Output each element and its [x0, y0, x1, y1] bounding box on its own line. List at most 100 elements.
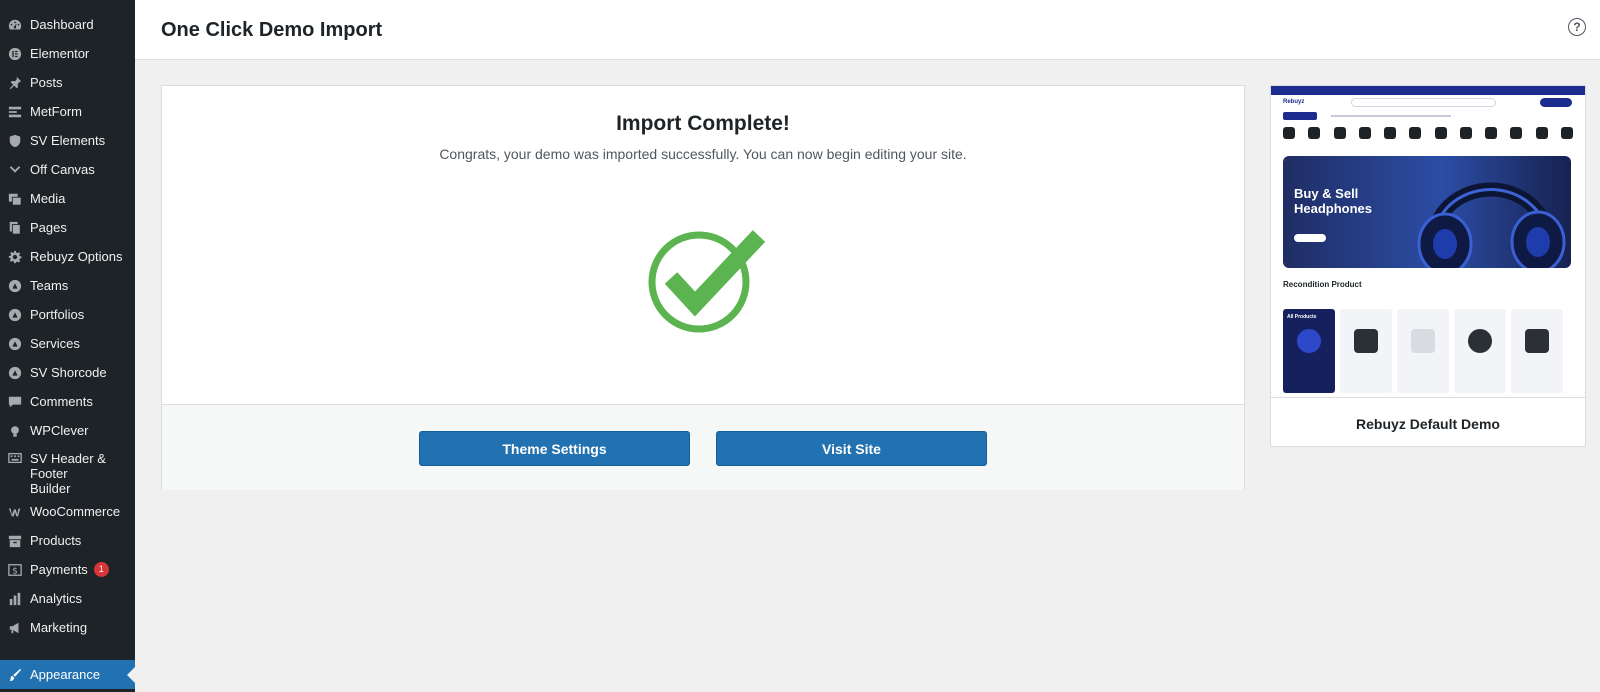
sidebar-item-label: WPClever [30, 423, 89, 438]
elementor-icon [8, 47, 22, 61]
preview-product-card [1397, 309, 1449, 393]
sidebar-item-sv-header-footer-builder[interactable]: SV Header & Footer Builder [0, 445, 135, 496]
sidebar-item-label: Portfolios [30, 307, 85, 322]
dashboard-icon [8, 18, 22, 32]
sidebar-item-media[interactable]: Media [0, 184, 135, 213]
sidebar-item-label: Marketing [30, 620, 88, 635]
pages-icon [8, 221, 22, 235]
sidebar-item-label: Products [30, 533, 82, 548]
success-check-icon [648, 230, 766, 333]
sidebar-item-sv-elements[interactable]: SV Elements [0, 126, 135, 155]
theme-settings-button[interactable]: Theme Settings [419, 431, 690, 466]
sidebar-item-label: Rebuyz Options [30, 249, 123, 264]
sidebar-item-metform[interactable]: MetForm [0, 97, 135, 126]
sidebar-item-label: Off Canvas [30, 162, 95, 177]
sidebar-item-label: Services [30, 336, 80, 351]
active-indicator [127, 666, 135, 683]
svg-text:$: $ [12, 566, 18, 576]
sidebar-item-off-canvas[interactable]: Off Canvas [0, 155, 135, 184]
circle-icon [8, 366, 22, 380]
woo-icon [8, 505, 22, 519]
pin-icon [8, 76, 22, 90]
sidebar-item-label: Posts [30, 75, 63, 90]
admin-sidebar: Dashboard Elementor Posts MetForm SV Ele… [0, 0, 135, 692]
sidebar-item-label: WooCommerce [30, 504, 121, 519]
sidebar-item-posts[interactable]: Posts [0, 68, 135, 97]
notification-badge: 1 [93, 562, 109, 577]
preview-topbar [1271, 86, 1585, 95]
preview-search-bar [1351, 98, 1496, 107]
preview-product-card: All Products [1283, 309, 1335, 393]
preview-product-row: All Products [1283, 309, 1583, 393]
preview-hero-heading: Buy & Sell Headphones [1294, 186, 1373, 216]
import-complete-title: Import Complete! [616, 112, 790, 135]
shield-icon [8, 134, 22, 148]
dollar-icon: $ [8, 563, 22, 577]
preview-section-title: Recondition Product [1283, 280, 1362, 289]
sidebar-item-label: Pages [30, 220, 67, 235]
sidebar-item-portfolios[interactable]: Portfolios [0, 300, 135, 329]
preview-hero-banner: Buy & Sell Headphones [1283, 156, 1571, 268]
circle-icon [8, 279, 22, 293]
sidebar-item-label: SV Shorcode [30, 365, 107, 380]
sidebar-item-comments[interactable]: Comments [0, 387, 135, 416]
sidebar-item-services[interactable]: Services [0, 329, 135, 358]
headphones-image [1417, 182, 1566, 268]
bar-chart-icon [8, 592, 22, 606]
preview-site-header: Rebuyz [1271, 95, 1585, 111]
comment-icon [8, 395, 22, 409]
sidebar-item-woocommerce[interactable]: WooCommerce [0, 497, 135, 526]
preview-product-card [1511, 309, 1563, 393]
sidebar-item-pages[interactable]: Pages [0, 213, 135, 242]
import-complete-card: Import Complete! Congrats, your demo was… [161, 85, 1245, 490]
megaphone-icon [8, 621, 22, 635]
circle-icon [8, 308, 22, 322]
sidebar-item-dashboard[interactable]: Dashboard [0, 10, 135, 39]
demo-screenshot: Rebuyz Buy & Sell Headphones Recondition… [1271, 86, 1585, 398]
import-complete-body: Import Complete! Congrats, your demo was… [162, 86, 1244, 404]
preview-logo: Rebuyz [1283, 99, 1305, 105]
sidebar-item-label: Appearance [30, 667, 101, 682]
preview-product-card [1454, 309, 1506, 393]
sidebar-item-label: SV Elements [30, 133, 106, 148]
visit-site-button[interactable]: Visit Site [716, 431, 987, 466]
archive-icon [8, 534, 22, 548]
sidebar-item-label: MetForm [30, 104, 82, 119]
sidebar-item-sv-shorcode[interactable]: SV Shorcode [0, 358, 135, 387]
page-title: One Click Demo Import [161, 19, 383, 41]
sidebar-item-products[interactable]: Products [0, 526, 135, 555]
gear-icon [8, 250, 22, 264]
sidebar-item-marketing[interactable]: Marketing [0, 613, 135, 642]
demo-name: Rebuyz Default Demo [1356, 416, 1500, 432]
brush-icon [8, 668, 22, 682]
form-icon [8, 105, 22, 119]
sidebar-item-analytics[interactable]: Analytics [0, 584, 135, 613]
sidebar-item-label: Analytics [30, 591, 83, 606]
bulb-icon [8, 424, 22, 438]
sidebar-item-label: Dashboard [30, 17, 94, 32]
import-actions: Theme Settings Visit Site [162, 404, 1244, 490]
preview-cta [1540, 98, 1572, 107]
sidebar-item-elementor[interactable]: Elementor [0, 39, 135, 68]
page-header: One Click Demo Import ? [135, 0, 1600, 60]
sidebar-item-label: Media [30, 191, 66, 206]
chevron-down-icon [8, 163, 22, 177]
media-icon [8, 192, 22, 206]
demo-preview-card: Rebuyz Buy & Sell Headphones Recondition… [1270, 85, 1586, 447]
preview-category-button [1283, 112, 1317, 120]
preview-category-icons [1283, 127, 1573, 147]
sidebar-item-payments[interactable]: $ Payments 1 [0, 555, 135, 584]
import-complete-subtitle: Congrats, your demo was imported success… [439, 146, 967, 162]
sidebar-item-label: Teams [30, 278, 69, 293]
sidebar-item-label: Elementor [30, 46, 90, 61]
help-icon[interactable]: ? [1568, 18, 1586, 36]
sidebar-item-label: SV Header & Footer Builder [30, 451, 106, 496]
sidebar-item-rebuyz-options[interactable]: Rebuyz Options [0, 242, 135, 271]
preview-nav-links [1331, 115, 1451, 117]
sidebar-item-wpclever[interactable]: WPClever [0, 416, 135, 445]
sidebar-item-label: Comments [30, 394, 93, 409]
sidebar-item-appearance[interactable]: Appearance [0, 660, 135, 689]
sidebar-item-teams[interactable]: Teams [0, 271, 135, 300]
preview-hero-button [1294, 234, 1326, 242]
keyboard-icon [8, 451, 22, 465]
